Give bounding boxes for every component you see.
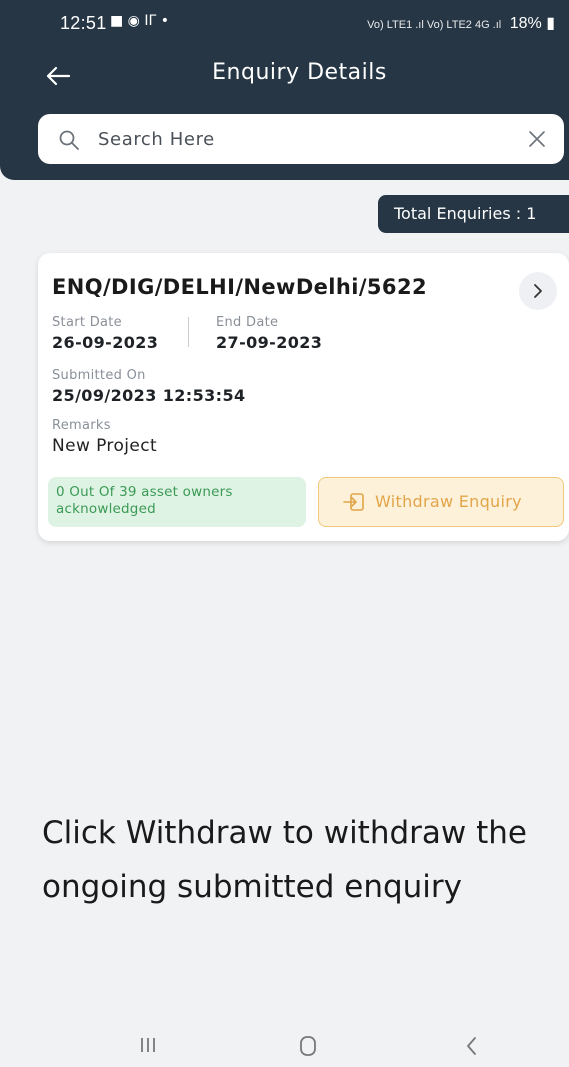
total-enquiries-badge: Total Enquiries : 1 bbox=[378, 195, 569, 233]
search-bar bbox=[38, 114, 564, 164]
enquiry-card[interactable]: ENQ/DIG/DELHI/NewDelhi/5622 Start Date 2… bbox=[38, 253, 569, 541]
date-divider bbox=[188, 317, 189, 347]
app-header: 12:51 ■ ◉ ΙΓ • Vo) LTE1 .ıl Vo) LTE2 4G … bbox=[0, 0, 569, 180]
enquiry-id: ENQ/DIG/DELHI/NewDelhi/5622 bbox=[52, 275, 427, 299]
close-icon[interactable] bbox=[528, 130, 546, 148]
app-screen: 12:51 ■ ◉ ΙΓ • Vo) LTE1 .ıl Vo) LTE2 4G … bbox=[0, 0, 569, 1067]
submitted-on-label: Submitted On bbox=[52, 368, 146, 383]
status-right: Vo) LTE1 .ıl Vo) LTE2 4G .ıl 18% ▮ bbox=[367, 13, 555, 33]
remarks-value: New Project bbox=[52, 436, 158, 456]
end-date-label: End Date bbox=[216, 315, 279, 330]
start-date-label: Start Date bbox=[52, 315, 122, 330]
remarks-label: Remarks bbox=[52, 418, 111, 433]
search-icon bbox=[59, 130, 79, 150]
search-input[interactable] bbox=[98, 126, 518, 152]
system-nav-bar bbox=[0, 1028, 569, 1067]
battery-icon: ▮ bbox=[546, 15, 555, 32]
instruction-caption: Click Withdraw to withdraw the ongoing s… bbox=[42, 815, 527, 905]
acknowledgement-status: 0 Out Of 39 asset owners acknowledged bbox=[48, 477, 306, 527]
withdraw-label: Withdraw Enquiry bbox=[375, 492, 522, 511]
end-date-value: 27-09-2023 bbox=[216, 333, 323, 352]
open-enquiry-button[interactable] bbox=[519, 272, 557, 310]
battery-percent: 18% bbox=[509, 15, 542, 32]
nav-back-icon[interactable] bbox=[460, 1034, 484, 1058]
withdraw-enquiry-button[interactable]: Withdraw Enquiry bbox=[318, 477, 564, 527]
home-icon[interactable] bbox=[296, 1034, 320, 1058]
status-bar: 12:51 ■ ◉ ΙΓ • Vo) LTE1 .ıl Vo) LTE2 4G … bbox=[0, 0, 569, 40]
start-date-value: 26-09-2023 bbox=[52, 333, 159, 352]
recent-apps-icon[interactable] bbox=[136, 1033, 160, 1057]
notification-icons: ■ ◉ ΙΓ • bbox=[110, 13, 169, 29]
status-time: 12:51 bbox=[60, 13, 107, 33]
withdraw-icon bbox=[343, 493, 364, 511]
submitted-on-value: 25/09/2023 12:53:54 bbox=[52, 386, 246, 405]
signal-icon: Vo) LTE1 .ıl Vo) LTE2 4G .ıl bbox=[367, 19, 502, 31]
chevron-right-icon bbox=[534, 284, 542, 298]
page-title: Enquiry Details bbox=[212, 60, 387, 85]
